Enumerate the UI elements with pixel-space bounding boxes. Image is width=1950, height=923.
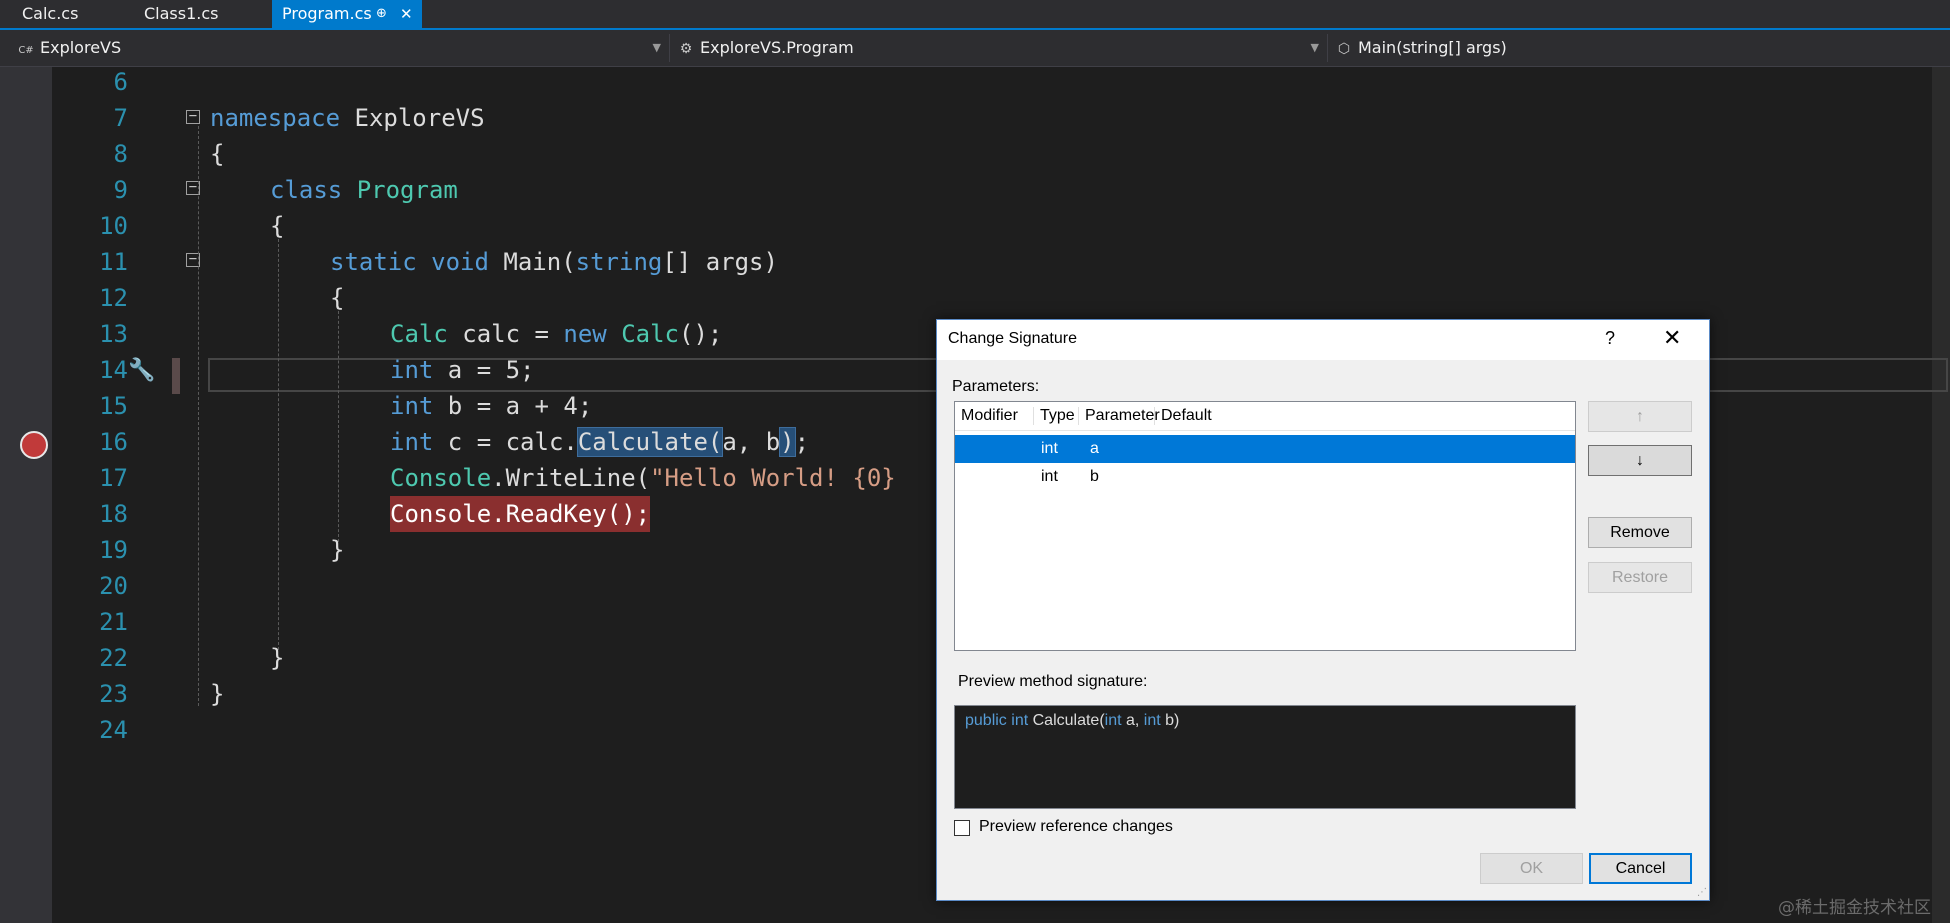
document-tab-strip: Calc.cs Class1.cs Program.cs ⊕ ✕ — [0, 0, 1950, 30]
tab-calc-cs[interactable]: Calc.cs — [12, 0, 88, 28]
cell-type: int — [1041, 468, 1058, 485]
tab-label: Program.cs — [282, 4, 372, 23]
dialog-title: Change Signature — [948, 330, 1077, 347]
column-header-parameter[interactable]: Parameter — [1078, 407, 1160, 425]
type-label: ExploreVS.Program — [700, 38, 854, 57]
code-line-15[interactable]: int b = a + 4; — [390, 388, 592, 424]
parameters-grid[interactable]: Modifier Type Parameter Default int a in… — [954, 401, 1576, 651]
class-icon: ⚙ — [679, 41, 693, 57]
outline-guide — [198, 126, 199, 706]
dialog-titlebar[interactable]: Change Signature ? ✕ — [937, 320, 1709, 360]
resize-grip-icon[interactable]: ⋰ — [1697, 887, 1707, 898]
screwdriver-quick-action-icon[interactable]: 🔧 — [128, 358, 155, 383]
chevron-down-icon: ▼ — [1310, 41, 1319, 54]
line-number: 7 — [113, 104, 128, 132]
code-line-22[interactable]: } — [270, 640, 284, 676]
column-header-modifier[interactable]: Modifier — [955, 407, 1018, 425]
collapse-namespace-icon[interactable]: − — [186, 109, 200, 124]
line-number: 22 — [99, 644, 128, 672]
close-icon[interactable]: ✕ — [1663, 325, 1681, 351]
close-tab-icon[interactable]: ✕ — [400, 0, 413, 28]
grid-header: Modifier Type Parameter Default — [955, 402, 1575, 431]
code-line-23[interactable]: } — [210, 676, 224, 712]
code-line-12[interactable]: { — [330, 280, 344, 316]
member-label: Main(string[] args) — [1358, 38, 1507, 57]
line-number: 11 — [99, 248, 128, 276]
line-number: 17 — [99, 464, 128, 492]
line-number: 10 — [99, 212, 128, 240]
breakpoint-icon[interactable] — [20, 431, 48, 459]
cell-parameter: a — [1090, 440, 1099, 457]
restore-button[interactable]: Restore — [1588, 562, 1692, 593]
line-number: 14 — [99, 356, 128, 384]
code-line-16[interactable]: int c = calc.Calculate(a, b); — [390, 424, 809, 460]
move-up-button[interactable]: ↑ — [1588, 401, 1692, 432]
tab-class1-cs[interactable]: Class1.cs — [134, 0, 229, 28]
code-line-19[interactable]: } — [330, 532, 344, 568]
line-number: 16 — [99, 428, 128, 456]
code-line-11[interactable]: static void Main(string[] args) — [330, 244, 778, 280]
preview-reference-changes-checkbox[interactable] — [954, 820, 970, 836]
csharp-project-icon: C# — [18, 45, 34, 56]
line-number: 20 — [99, 572, 128, 600]
line-number: 15 — [99, 392, 128, 420]
navigation-bar: C# ExploreVS ▼ ⚙ ExploreVS.Program ▼ ⬡ Main… — [0, 30, 1950, 67]
preview-signature-label: Preview method signature: — [958, 673, 1148, 690]
preview-reference-changes-label[interactable]: Preview reference changes — [979, 818, 1173, 836]
line-number: 19 — [99, 536, 128, 564]
parameter-row[interactable]: int a — [955, 435, 1575, 463]
cell-parameter: b — [1090, 468, 1099, 485]
code-line-10[interactable]: { — [270, 208, 284, 244]
ok-button[interactable]: OK — [1480, 853, 1583, 884]
type-dropdown[interactable]: ⚙ ExploreVS.Program ▼ — [676, 34, 1328, 62]
tab-label: Calc.cs — [22, 4, 79, 23]
code-line-9[interactable]: class Program — [270, 172, 458, 208]
line-number: 23 — [99, 680, 128, 708]
code-line-8[interactable]: { — [210, 136, 224, 172]
method-icon: ⬡ — [1337, 41, 1351, 57]
cell-type: int — [1041, 440, 1058, 457]
line-number: 21 — [99, 608, 128, 636]
pin-icon[interactable]: ⊕ — [376, 0, 387, 28]
code-line-13[interactable]: Calc calc = new Calc(); — [390, 316, 722, 352]
line-number: 12 — [99, 284, 128, 312]
code-line-7[interactable]: namespace ExploreVS — [210, 100, 485, 136]
line-number: 18 — [99, 500, 128, 528]
watermark: @稀土掘金技术社区 — [1778, 898, 1931, 918]
line-number: 8 — [113, 140, 128, 168]
parameters-label: Parameters: — [952, 378, 1040, 395]
column-header-type[interactable]: Type — [1033, 407, 1075, 425]
selected-method-name[interactable]: Calculate( — [576, 427, 724, 457]
line-number: 6 — [113, 68, 128, 96]
indent-guide — [338, 306, 339, 542]
move-down-button[interactable]: ↓ — [1588, 445, 1692, 476]
chevron-down-icon: ▼ — [652, 41, 661, 54]
change-tracking-bar — [172, 358, 180, 394]
line-number: 9 — [113, 176, 128, 204]
member-dropdown[interactable]: ⬡ Main(string[] args) — [1334, 34, 1932, 62]
cancel-button[interactable]: Cancel — [1589, 853, 1692, 884]
vertical-scrollbar[interactable] — [1932, 67, 1950, 923]
tab-label: Class1.cs — [144, 4, 219, 23]
parameter-row[interactable]: int b — [955, 463, 1575, 491]
remove-button[interactable]: Remove — [1588, 517, 1692, 548]
project-dropdown[interactable]: C# ExploreVS ▼ — [16, 34, 670, 62]
code-line-17[interactable]: Console.WriteLine("Hello World! {0} — [390, 460, 896, 496]
indicator-margin[interactable] — [0, 67, 52, 923]
project-label: ExploreVS — [40, 38, 122, 57]
change-signature-dialog: Change Signature ? ✕ Parameters: Modifie… — [936, 319, 1710, 901]
indent-guide — [278, 234, 279, 650]
code-line-18-breakpoint[interactable]: Console.ReadKey(); — [390, 496, 651, 532]
column-header-default[interactable]: Default — [1154, 407, 1212, 425]
preview-signature-box: public int Calculate(int a, int b) — [954, 705, 1576, 809]
line-number: 13 — [99, 320, 128, 348]
code-line-14[interactable]: int a = 5; — [390, 352, 535, 388]
tab-program-cs[interactable]: Program.cs ⊕ ✕ — [272, 0, 422, 28]
line-number: 24 — [99, 716, 128, 744]
help-icon[interactable]: ? — [1605, 328, 1615, 349]
